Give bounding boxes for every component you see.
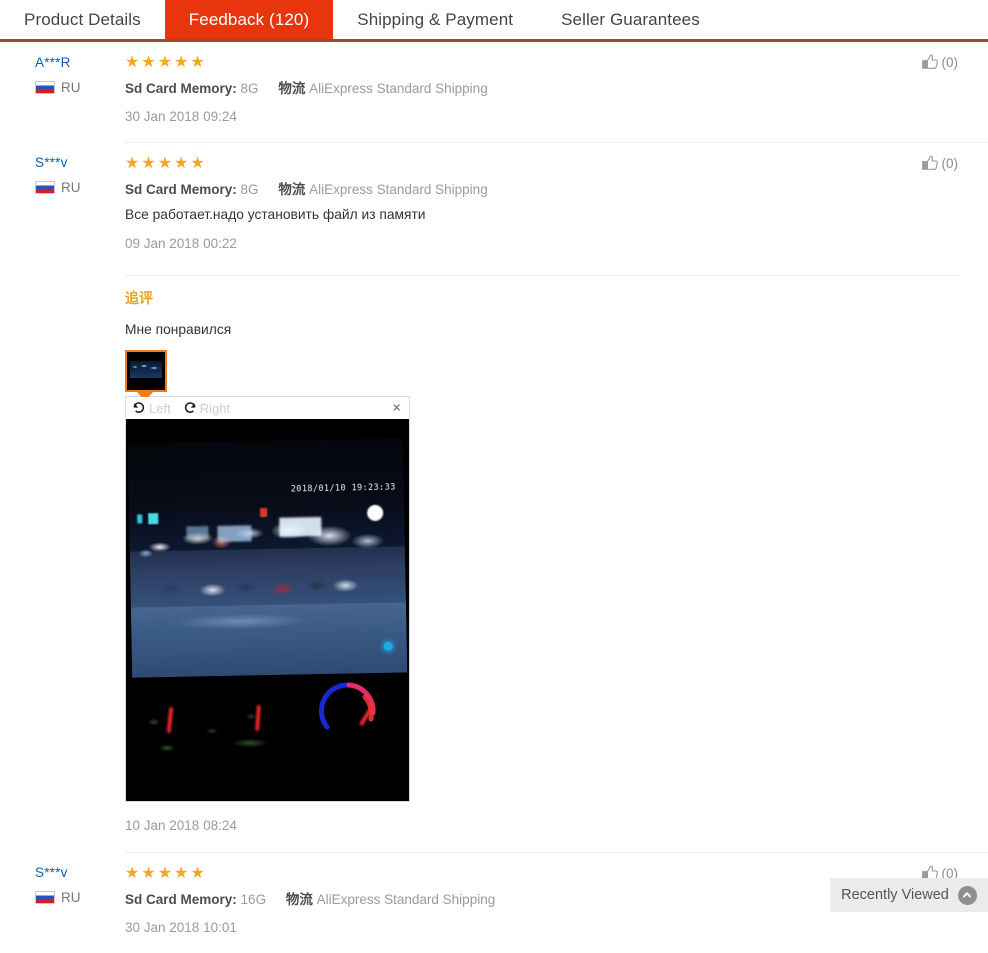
feedback-tabbar: Product Details Feedback (120) Shipping … xyxy=(0,0,988,42)
logistics-value: AliExpress Standard Shipping xyxy=(309,81,488,96)
dashboard-glow xyxy=(146,717,162,727)
star-rating: ★★★★★ xyxy=(125,54,207,71)
helpful-count: (0) xyxy=(941,54,959,70)
scene-road-glare xyxy=(130,592,407,650)
close-icon[interactable]: × xyxy=(392,401,401,416)
recently-viewed-button[interactable]: Recently Viewed xyxy=(830,878,988,912)
feedback-list: A***R RU (0) ★★★★★ Sd Card Memory: 8G 物流… xyxy=(0,42,988,953)
dashboard-needle xyxy=(255,704,261,732)
helpful-button[interactable]: (0) xyxy=(920,52,959,72)
chevron-up-circle-icon xyxy=(957,885,977,905)
review-attributes: Sd Card Memory: 8G 物流 AliExpress Standar… xyxy=(125,78,958,100)
dashcam-scene: 2018/01/10 19:23:33 xyxy=(127,438,408,678)
image-viewer-toolbar: Left Right × xyxy=(126,397,409,419)
attribute-key: Sd Card Memory: xyxy=(125,892,237,907)
reviewer-info: S***v RU xyxy=(0,852,125,953)
review-image-thumbnail[interactable] xyxy=(125,350,167,392)
logistics-key: 物流 xyxy=(278,81,306,96)
tab-feedback[interactable]: Feedback (120) xyxy=(164,0,334,39)
tab-label: Shipping & Payment xyxy=(357,9,514,29)
additional-review-text: Мне понравился xyxy=(125,322,232,337)
attribute-key: Sd Card Memory: xyxy=(125,182,237,197)
additional-review-date: 10 Jan 2018 08:24 xyxy=(125,818,237,833)
scene-light xyxy=(137,514,143,524)
tab-label: Seller Guarantees xyxy=(561,9,700,29)
ru-flag-icon xyxy=(35,81,55,94)
tab-product-details[interactable]: Product Details xyxy=(0,0,165,39)
rotate-right-icon xyxy=(181,399,199,417)
reviewer-info: S***v RU xyxy=(0,142,125,852)
attribute-key: Sd Card Memory: xyxy=(125,81,237,96)
reviewer-country: RU xyxy=(35,180,125,195)
logistics-value: AliExpress Standard Shipping xyxy=(309,182,488,197)
reviewer-name[interactable]: S***v xyxy=(35,154,125,172)
review-item: S***v RU (0) ★★★★★ xyxy=(0,142,988,852)
reviewer-country: RU xyxy=(35,890,125,905)
logistics-value: AliExpress Standard Shipping xyxy=(316,892,496,907)
dashcam-timestamp: 2018/01/10 19:23:33 xyxy=(290,482,396,495)
country-code: RU xyxy=(61,80,81,95)
review-image-thumbnail-wrap xyxy=(125,350,167,401)
dashboard-glow xyxy=(204,727,220,735)
attribute-value: 16G xyxy=(240,892,267,907)
scene-sign xyxy=(279,517,322,537)
logistics-key: 物流 xyxy=(278,182,306,197)
helpful-button[interactable]: (0) xyxy=(920,153,959,173)
scene-light xyxy=(148,513,159,525)
thumbs-up-icon xyxy=(920,153,940,173)
tab-label: Product Details xyxy=(24,9,141,29)
country-code: RU xyxy=(61,890,81,905)
review-body: (0) ★★★★★ Sd Card Memory: 8G 物流 AliExpre… xyxy=(125,42,988,142)
dashboard-glow xyxy=(156,743,178,753)
rotate-right-label: Right xyxy=(199,400,231,416)
reviewer-name[interactable]: S***v xyxy=(35,864,125,882)
review-text: Все работает.надо установить файл из пам… xyxy=(125,207,426,222)
dashboard-glow xyxy=(226,737,274,749)
review-date: 30 Jan 2018 09:24 xyxy=(125,109,237,124)
additional-review-title: 追评 xyxy=(125,290,153,306)
scene-light xyxy=(366,504,384,521)
dashboard-needle xyxy=(166,706,174,734)
image-viewer: Left Right × 2018/01/10 19:23:33 xyxy=(125,396,410,802)
tab-seller-guarantees[interactable]: Seller Guarantees xyxy=(537,0,724,39)
rotate-left-icon xyxy=(130,399,148,417)
review-attributes: Sd Card Memory: 8G 物流 AliExpress Standar… xyxy=(125,179,958,201)
review-body: (0) ★★★★★ Sd Card Memory: 8G 物流 AliExpre… xyxy=(125,142,988,852)
logistics-key: 物流 xyxy=(285,892,313,907)
scene-light xyxy=(260,507,268,517)
star-rating: ★★★★★ xyxy=(125,155,207,172)
tab-shipping-payment[interactable]: Shipping & Payment xyxy=(333,0,538,39)
scene-sign xyxy=(186,526,209,540)
recently-viewed-label: Recently Viewed xyxy=(841,887,949,903)
country-code: RU xyxy=(61,180,81,195)
rotate-left-button[interactable]: Left xyxy=(130,399,171,417)
thumbnail-preview xyxy=(130,361,162,378)
helpful-count: (0) xyxy=(941,155,959,171)
rotate-left-label: Left xyxy=(149,400,171,416)
scene-sign xyxy=(217,525,252,543)
rotate-right-button[interactable]: Right xyxy=(181,399,230,417)
ru-flag-icon xyxy=(35,891,55,904)
attribute-value: 8G xyxy=(240,182,259,197)
reviewer-country: RU xyxy=(35,80,125,95)
thumbs-up-icon xyxy=(920,52,940,72)
review-image[interactable]: 2018/01/10 19:23:33 xyxy=(126,419,409,801)
car-dashboard xyxy=(126,679,409,789)
reviewer-name[interactable]: A***R xyxy=(35,54,125,72)
review-item: A***R RU (0) ★★★★★ Sd Card Memory: 8G 物流… xyxy=(0,42,988,142)
additional-review: 追评 Мне понравился Left Right × 2018/01/1… xyxy=(125,275,958,852)
attribute-value: 8G xyxy=(240,81,259,96)
ru-flag-icon xyxy=(35,181,55,194)
review-date: 30 Jan 2018 10:01 xyxy=(125,920,237,935)
tab-label: Feedback (120) xyxy=(188,9,310,29)
review-date: 09 Jan 2018 00:22 xyxy=(125,236,237,251)
reviewer-info: A***R RU xyxy=(0,42,125,142)
